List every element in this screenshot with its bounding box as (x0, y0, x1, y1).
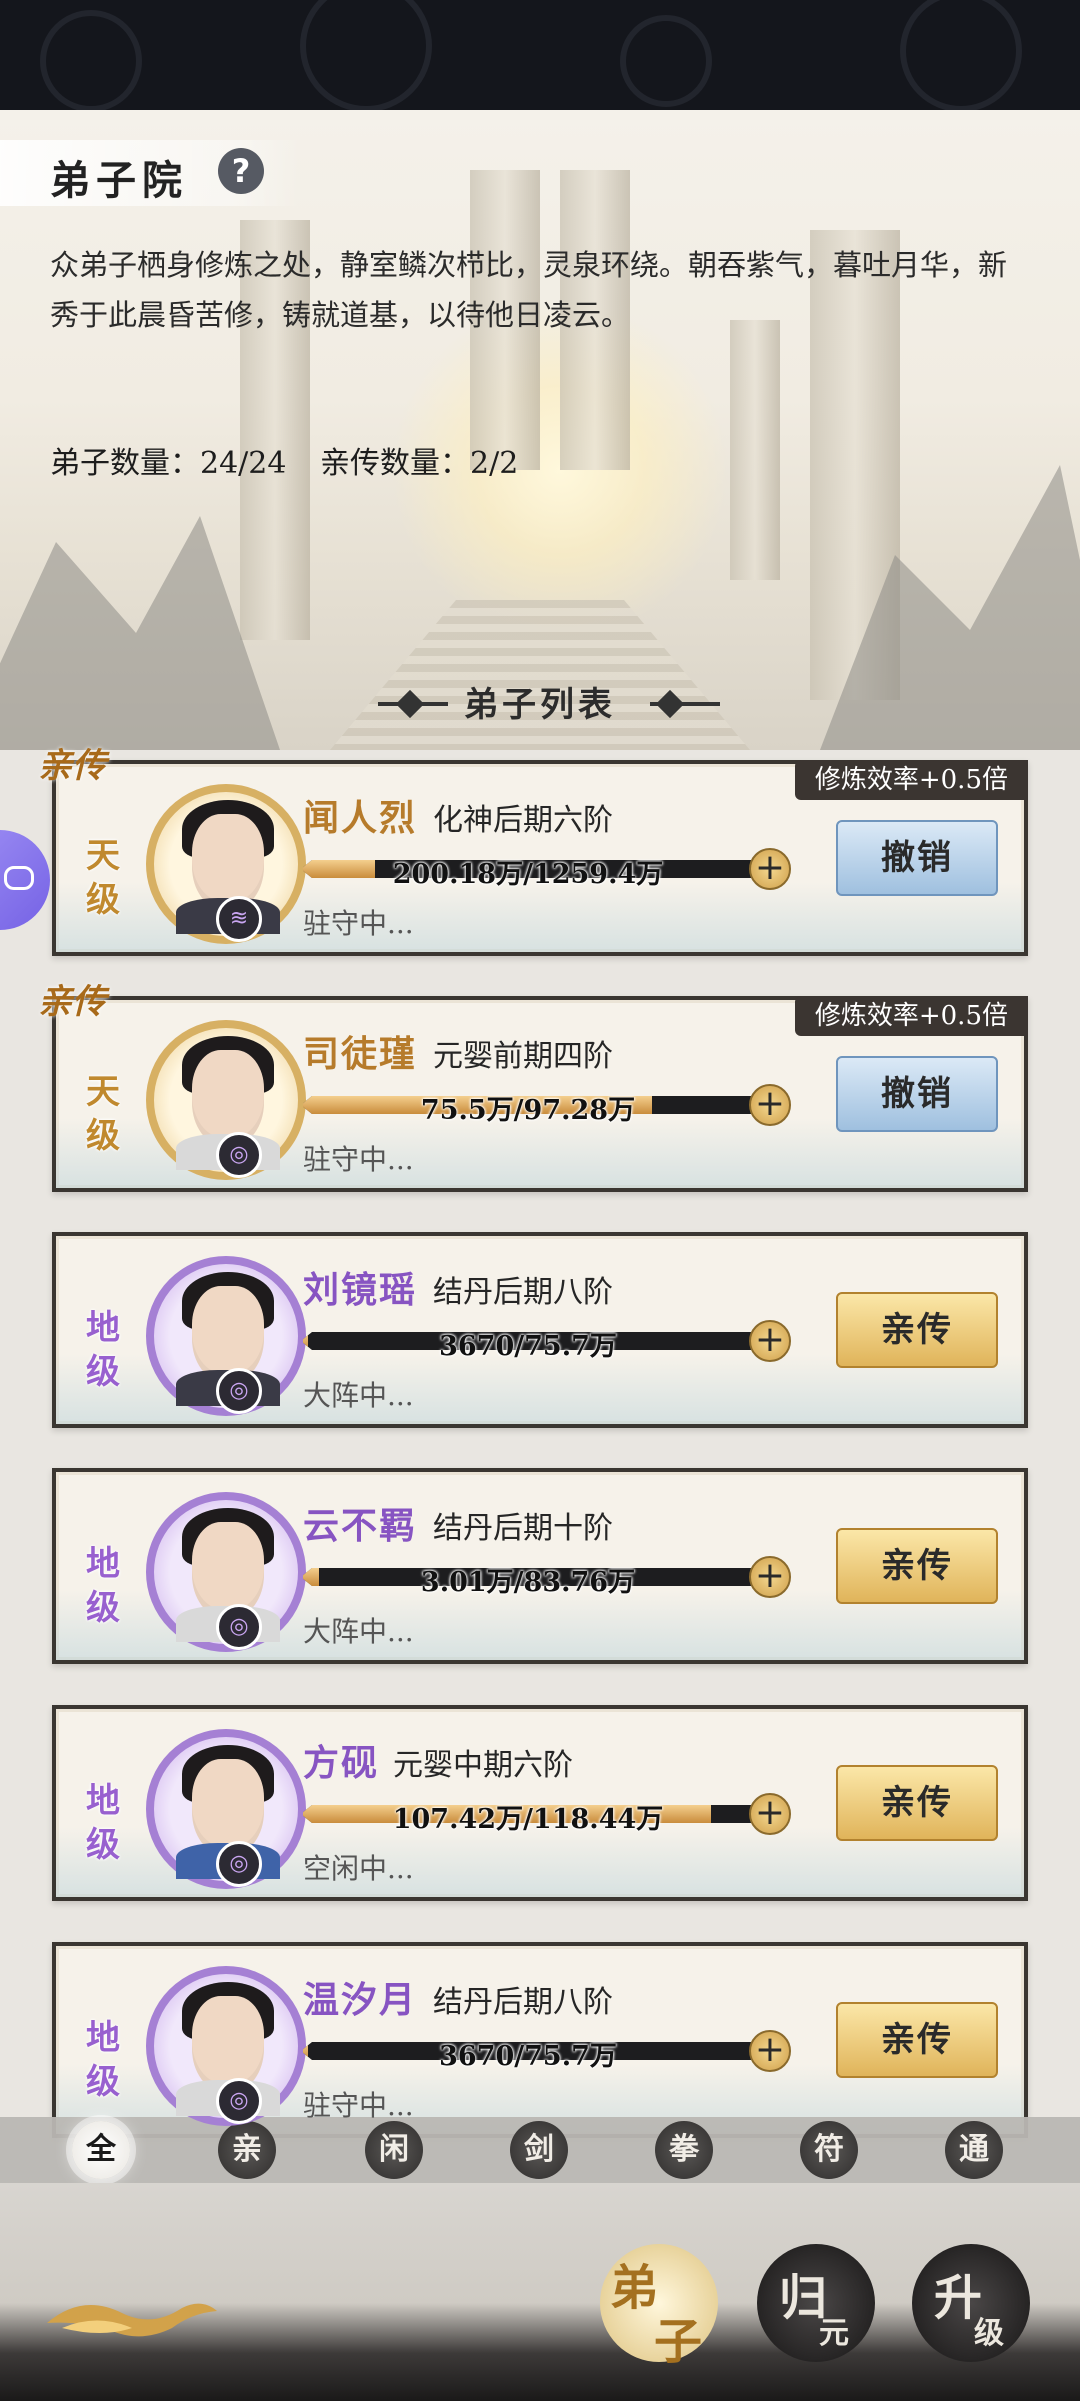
list-header: 弟子列表 (0, 675, 1080, 735)
revoke-button[interactable]: 撤销 (836, 1056, 998, 1132)
flame-icon: ◎ (216, 1132, 262, 1178)
filter-button[interactable]: 闲 (365, 2121, 423, 2179)
grade-label: 地级 (86, 1544, 120, 1628)
make-direct-button[interactable]: 亲传 (836, 2002, 998, 2078)
realm-label: 结丹后期十阶 (433, 1511, 613, 1546)
disciple-count: 弟子数量：24/24 (50, 446, 287, 481)
add-cultivation-button[interactable]: + (749, 2030, 791, 2072)
progress-text: 3.01万/83.76万 (420, 1567, 636, 1598)
flame-icon: ◎ (216, 1368, 262, 1414)
filter-button[interactable]: 剑 (510, 2121, 568, 2179)
progress-text: 3670/75.7万 (439, 1331, 617, 1362)
direct-disciple-count: 亲传数量：2/2 (320, 446, 519, 481)
add-cultivation-button[interactable]: + (749, 1793, 791, 1835)
temple-background-image (0, 110, 1080, 750)
list-title: 弟子列表 (464, 685, 616, 725)
disciple-card[interactable]: 地级 ◎ 刘镜瑶 结丹后期八阶 3670/75.7万 + 大阵中... 亲传 (52, 1232, 1028, 1428)
progress-text: 107.42万/118.44万 (392, 1804, 664, 1835)
add-cultivation-button[interactable]: + (749, 1084, 791, 1126)
hall-description: 众弟子栖身修炼之处，静室鳞次栉比，灵泉环绕。朝吞紫气，暮吐月华，新秀于此晨昏苦修… (50, 248, 1008, 332)
grade-label: 天级 (86, 836, 120, 920)
status-text: 空闲中... (303, 1852, 414, 1885)
disciple-card[interactable]: 地级 ◎ 方砚 元婴中期六阶 107.42万/118.44万 + 空闲中... … (52, 1705, 1028, 1901)
floating-gamepad-button[interactable] (0, 830, 50, 930)
disciple-card[interactable]: 地级 ◎ 温汐月 结丹后期八阶 3670/75.7万 + 驻守中... 亲传 (52, 1942, 1028, 2138)
filter-button[interactable]: 拳 (655, 2121, 713, 2179)
gamepad-icon (4, 866, 34, 890)
gold-cloud-icon (47, 2303, 217, 2337)
make-direct-button[interactable]: 亲传 (836, 1528, 998, 1604)
bonus-badge: 修炼效率+0.5倍 (794, 760, 1028, 800)
disciple-name: 云不羁 (303, 1505, 418, 1547)
status-text: 大阵中... (303, 1379, 414, 1412)
disciple-name: 方砚 (303, 1742, 380, 1784)
return-nav-button[interactable]: 归元 (757, 2244, 875, 2362)
grade-label: 地级 (86, 1781, 120, 1865)
progress-text: 200.18万/1259.4万 (392, 859, 664, 890)
filter-button[interactable]: 亲 (218, 2121, 276, 2179)
help-icon[interactable]: ? (218, 148, 264, 194)
realm-label: 元婴前期四阶 (433, 1039, 613, 1074)
realm-label: 化神后期六阶 (433, 803, 613, 838)
status-bar (0, 0, 1080, 112)
filter-button[interactable]: 通 (945, 2121, 1003, 2179)
add-cultivation-button[interactable]: + (749, 1320, 791, 1362)
nav-label-sub: 子 (654, 2314, 703, 2370)
upgrade-nav-button[interactable]: 升级 (912, 2244, 1030, 2362)
realm-label: 元婴中期六阶 (393, 1748, 573, 1783)
progress-text: 75.5万/97.28万 (420, 1095, 636, 1126)
nav-label-sub: 级 (974, 2316, 1004, 2351)
disciple-card[interactable]: 地级 ◎ 云不羁 结丹后期十阶 3.01万/83.76万 + 大阵中... 亲传 (52, 1468, 1028, 1664)
disciple-name: 温汐月 (303, 1979, 418, 2021)
nav-label-sub: 元 (819, 2316, 849, 2351)
status-text: 驻守中... (303, 907, 414, 940)
flame-icon: ◎ (216, 1841, 262, 1887)
page-title: 弟子院 (50, 157, 188, 204)
realm-label: 结丹后期八阶 (433, 1985, 613, 2020)
direct-disciple-tag: 亲传 (38, 746, 106, 786)
status-text: 大阵中... (303, 1615, 414, 1648)
filter-button[interactable]: 符 (800, 2121, 858, 2179)
status-text: 驻守中... (303, 1143, 414, 1176)
filter-button[interactable]: 全 (72, 2121, 130, 2179)
grade-label: 天级 (86, 1072, 120, 1156)
wind-icon: ≋ (216, 896, 262, 942)
status-text: 驻守中... (303, 2089, 414, 2122)
grade-label: 地级 (86, 2018, 120, 2102)
add-cultivation-button[interactable]: + (749, 1556, 791, 1598)
disciple-name: 司徒瑾 (303, 1033, 418, 1075)
count-summary: 弟子数量：24/24 亲传数量：2/2 (50, 438, 542, 482)
flame-icon: ◎ (216, 1604, 262, 1650)
progress-text: 3670/75.7万 (439, 2041, 617, 2072)
revoke-button[interactable]: 撤销 (836, 820, 998, 896)
disciple-name: 闻人烈 (303, 797, 418, 839)
make-direct-button[interactable]: 亲传 (836, 1765, 998, 1841)
make-direct-button[interactable]: 亲传 (836, 1292, 998, 1368)
grade-label: 地级 (86, 1308, 120, 1392)
add-cultivation-button[interactable]: + (749, 848, 791, 890)
disciple-name: 刘镜瑶 (303, 1269, 418, 1311)
bonus-badge: 修炼效率+0.5倍 (794, 996, 1028, 1036)
realm-label: 结丹后期八阶 (433, 1275, 613, 1310)
disciples-nav-button[interactable]: 弟子 (600, 2244, 718, 2370)
direct-disciple-tag: 亲传 (38, 982, 106, 1022)
nav-label-main: 弟 (610, 2260, 659, 2316)
flame-icon: ◎ (216, 2078, 262, 2124)
